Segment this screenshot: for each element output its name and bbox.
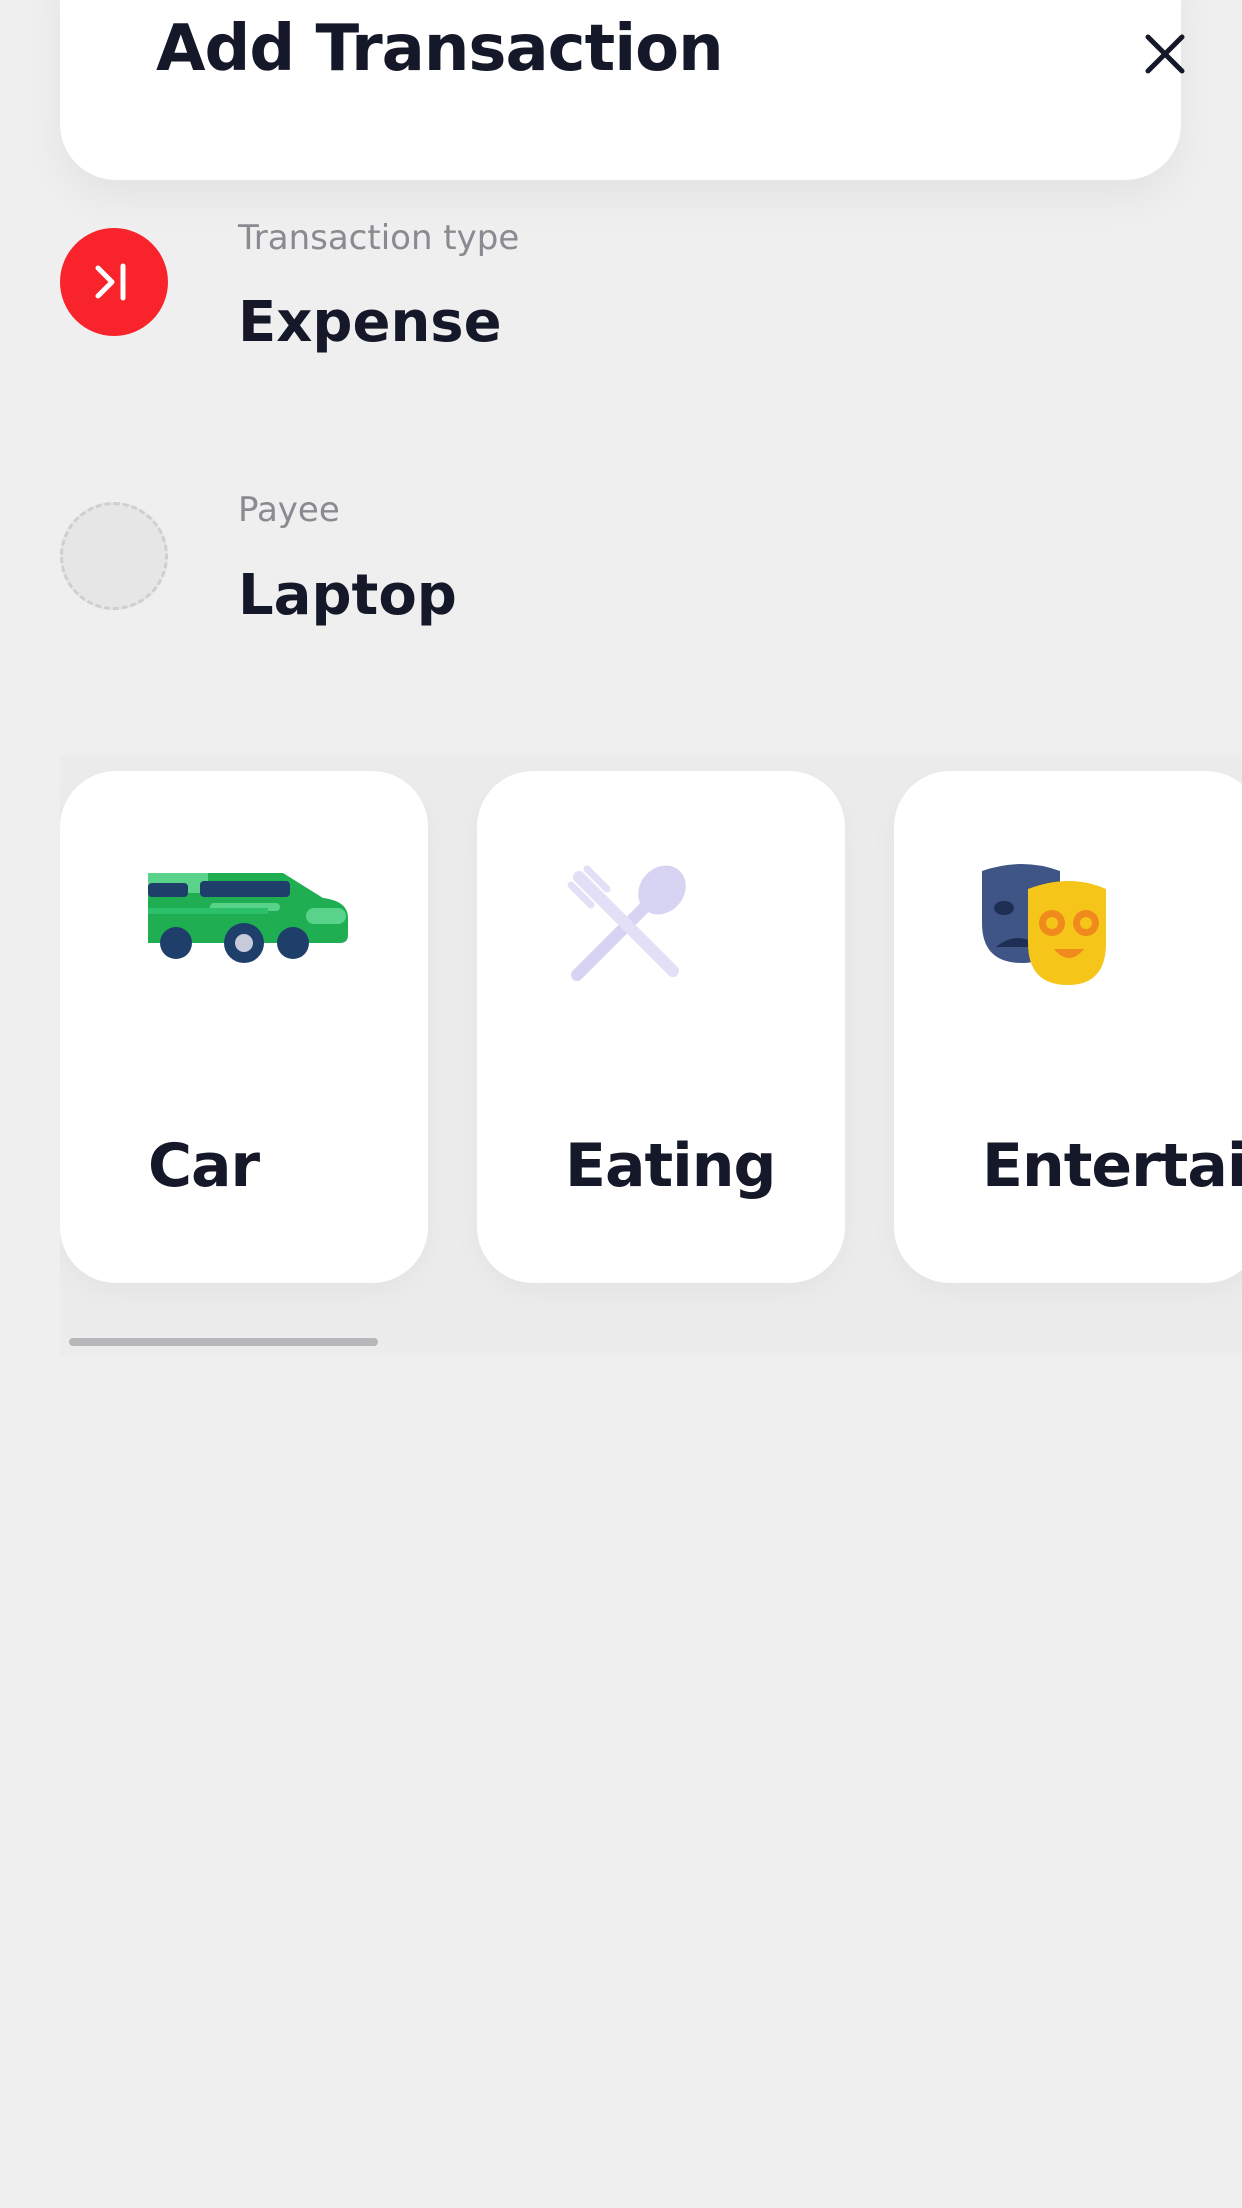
category-label: Eating [565, 1131, 776, 1201]
payee-value[interactable]: Laptop [238, 563, 457, 628]
category-card-entertainment[interactable]: Entertainment [894, 771, 1242, 1283]
fork-spoon-icon [567, 865, 686, 981]
category-carousel[interactable]: Car Eating Entertai [60, 755, 1242, 1355]
header-card: Add Transaction [60, 0, 1185, 180]
category-card-car[interactable]: Car [60, 771, 428, 1283]
horizontal-scrollbar[interactable] [69, 1338, 378, 1346]
close-icon [1145, 34, 1185, 74]
category-label: Car [148, 1131, 260, 1201]
payee-label: Payee [238, 490, 340, 530]
transaction-type-label: Transaction type [238, 218, 520, 258]
category-label: Entertainment [982, 1131, 1242, 1201]
transaction-type-value[interactable]: Expense [238, 290, 502, 355]
theater-masks-icon [982, 864, 1106, 985]
skip-forward-icon [95, 263, 126, 301]
page-title: Add Transaction [156, 12, 724, 86]
transaction-type-icon-button[interactable] [60, 228, 168, 336]
category-scroll-area[interactable]: Car Eating Entertai [60, 755, 1242, 1355]
car-icon [148, 873, 348, 963]
payee-avatar-placeholder[interactable] [60, 502, 168, 610]
category-card-eating[interactable]: Eating [477, 771, 845, 1283]
close-button[interactable] [1135, 24, 1195, 84]
